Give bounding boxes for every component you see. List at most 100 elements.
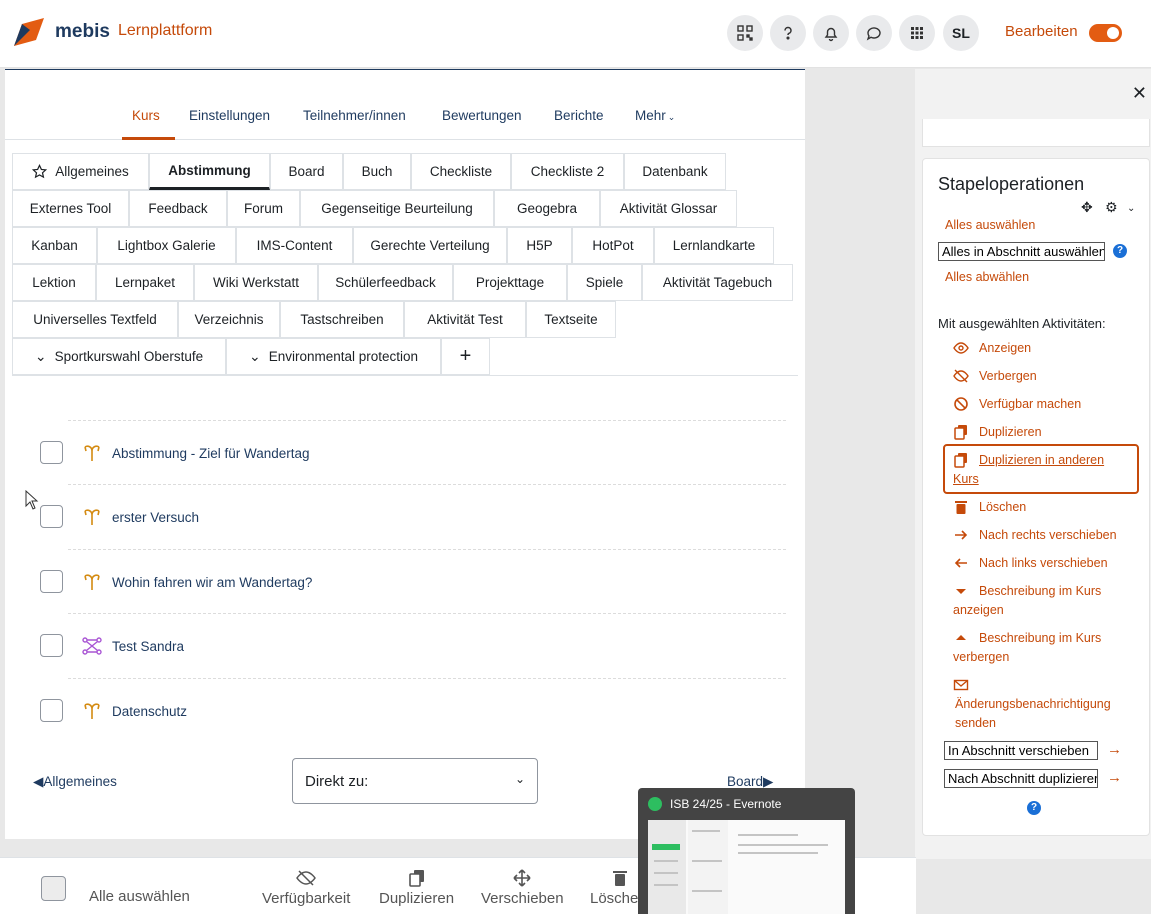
bulk-action-hide-description[interactable]: Beschreibung im Kurs verbergen [953,629,1133,667]
tab-projekttage[interactable]: Projekttage [453,264,567,301]
nav-teilnehmer[interactable]: Teilnehmer/innen [303,108,406,123]
copy-icon [954,453,967,468]
tab-h5p[interactable]: H5P [507,227,572,264]
activity-link[interactable]: Test Sandra [112,639,184,654]
nav-mehr[interactable]: Mehr ⌄ [635,108,675,123]
nav-kurs[interactable]: Kurs [132,108,160,123]
top-navbar: mebis Lernplattform SL Bearbeiten [0,0,1151,68]
select-all-label[interactable]: Alle auswählen [89,888,190,905]
close-icon[interactable]: ✕ [1132,83,1147,104]
bulk-action-show[interactable]: Anzeigen [953,339,1133,358]
bulk-action-move-right[interactable]: Nach rechts verschieben [953,526,1133,545]
qr-code-button[interactable] [727,15,763,51]
bulk-action-duplicate[interactable]: Duplizieren [953,423,1133,442]
move-icon[interactable]: ✥ [1081,199,1093,216]
notifications-button[interactable] [813,15,849,51]
bulk-action-move-left[interactable]: Nach links verschieben [953,554,1133,573]
bulk-action-delete[interactable]: Löschen [953,498,1133,517]
activity-checkbox[interactable] [40,441,63,464]
select-in-section-dropdown[interactable]: Alles in Abschnitt auswählen [938,242,1105,261]
bulk-action-hide[interactable]: Verbergen [953,367,1133,386]
tab-aktivitaet-tagebuch[interactable]: Aktivität Tagebuch [642,264,793,301]
duplicate-to-section-dropdown[interactable]: Nach Abschnitt duplizieren [944,769,1098,788]
select-all-checkbox[interactable] [41,876,66,901]
jump-to-select[interactable]: Direkt zu: ⌄ [292,758,538,804]
activity-link[interactable]: Datenschutz [112,704,187,719]
tab-externes-tool[interactable]: Externes Tool [12,190,129,227]
tab-abstimmung[interactable]: Abstimmung [149,153,270,190]
help-button[interactable] [770,15,806,51]
help-icon[interactable]: ? [1027,801,1041,815]
activity-checkbox[interactable] [40,505,63,528]
edit-mode-toggle[interactable] [1089,24,1122,42]
tab-wiki-werkstatt[interactable]: Wiki Werkstatt [194,264,318,301]
arrow-right-icon[interactable]: → [1107,741,1122,758]
arrow-right-icon[interactable]: → [1107,769,1122,786]
eye-icon [953,342,969,354]
tab-geogebra[interactable]: Geogebra [494,190,600,227]
tab-tastschreiben[interactable]: Tastschreiben [280,301,404,338]
activity-link[interactable]: erster Versuch [112,510,199,525]
delete-button[interactable]: Löschen [590,868,638,907]
activity-checkbox[interactable] [40,634,63,657]
taskbar-window-preview[interactable]: ISB 24/25 - Evernote [638,788,855,914]
tab-lernpaket[interactable]: Lernpaket [96,264,194,301]
tab-gegenseitige-beurteilung[interactable]: Gegenseitige Beurteilung [300,190,494,227]
tab-schuelerfeedback[interactable]: Schülerfeedback [318,264,453,301]
tab-feedback[interactable]: Feedback [129,190,227,227]
activity-checkbox[interactable] [40,570,63,593]
tab-spiele[interactable]: Spiele [567,264,642,301]
help-icon[interactable]: ? [1113,244,1127,258]
tab-textseite[interactable]: Textseite [526,301,616,338]
apps-button[interactable] [899,15,935,51]
tab-allgemeines[interactable]: Allgemeines [12,153,149,190]
select-all-link[interactable]: Alles auswählen [945,218,1035,232]
duplicate-button[interactable]: Duplizieren [379,868,454,907]
move-to-section-dropdown[interactable]: In Abschnitt verschieben [944,741,1098,760]
nav-berichte[interactable]: Berichte [554,108,604,123]
activity-checkbox[interactable] [40,699,63,722]
nav-einstellungen[interactable]: Einstellungen [189,108,270,123]
user-avatar[interactable]: SL [943,15,979,51]
tab-forum[interactable]: Forum [227,190,300,227]
move-button[interactable]: Verschieben [481,868,564,907]
tab-lernlandkarte[interactable]: Lernlandkarte [654,227,774,264]
nav-bewertungen[interactable]: Bewertungen [442,108,522,123]
gear-icon[interactable]: ⚙ [1105,199,1118,216]
platform-name[interactable]: Lernplattform [118,22,212,40]
evernote-icon [648,797,662,811]
brand-name[interactable]: mebis [55,21,110,43]
add-section-button[interactable]: + [441,338,490,375]
tab-universelles-textfeld[interactable]: Universelles Textfeld [12,301,178,338]
chevron-down-icon[interactable]: ⌄ [1127,203,1135,214]
tab-lightbox-galerie[interactable]: Lightbox Galerie [97,227,236,264]
tab-buch[interactable]: Buch [343,153,411,190]
mebis-logo[interactable] [12,16,46,48]
bulk-action-show-description[interactable]: Beschreibung im Kurs anzeigen [953,582,1133,620]
messages-button[interactable] [856,15,892,51]
activity-link[interactable]: Abstimmung - Ziel für Wandertag [112,446,310,461]
previous-section-link[interactable]: ◀Allgemeines [33,774,117,790]
tab-aktivitaet-test[interactable]: Aktivität Test [404,301,526,338]
availability-button[interactable]: Verfügbarkeit [262,868,350,907]
tab-verzeichnis[interactable]: Verzeichnis [178,301,280,338]
tab-kanban[interactable]: Kanban [12,227,97,264]
tab-gerechte-verteilung[interactable]: Gerechte Verteilung [353,227,507,264]
tab-checkliste-2[interactable]: Checkliste 2 [511,153,624,190]
tab-ims-content[interactable]: IMS-Content [236,227,353,264]
course-content: Kurs Einstellungen Teilnehmer/innen Bewe… [5,69,805,839]
bulk-action-send-notification[interactable]: Änderungsbenachrichtigung senden [953,676,1133,733]
tab-hotpot[interactable]: HotPot [572,227,654,264]
bulk-action-duplicate-other-course[interactable]: Duplizieren in anderen Kurs [953,451,1133,489]
star-icon [32,164,48,179]
tab-aktivitaet-glossar[interactable]: Aktivität Glossar [600,190,737,227]
tab-datenbank[interactable]: Datenbank [624,153,726,190]
bulk-action-make-available[interactable]: Verfügbar machen [953,395,1133,414]
tab-lektion[interactable]: Lektion [12,264,96,301]
tab-sportkurswahl-oberstufe[interactable]: ⌄ Sportkurswahl Oberstufe [12,338,226,375]
tab-environmental-protection[interactable]: ⌄ Environmental protection [226,338,441,375]
activity-link[interactable]: Wohin fahren wir am Wandertag? [112,575,312,590]
tab-checkliste[interactable]: Checkliste [411,153,511,190]
tab-board[interactable]: Board [270,153,343,190]
deselect-all-link[interactable]: Alles abwählen [945,270,1029,284]
